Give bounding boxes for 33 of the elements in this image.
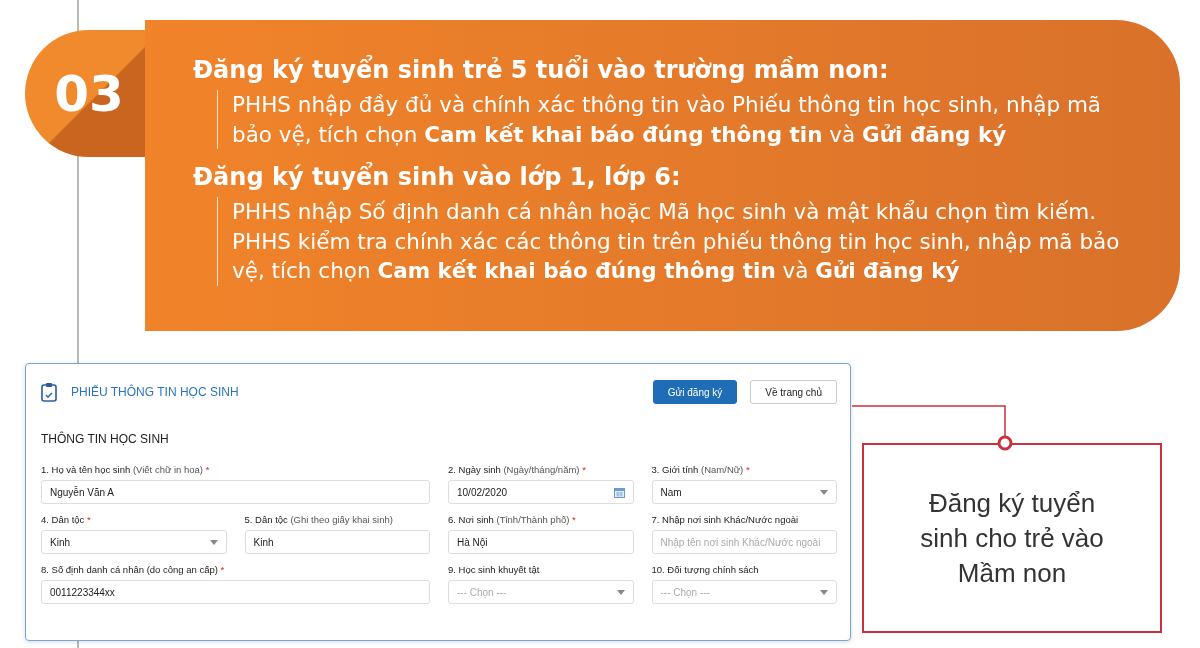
- input-field[interactable]: Kinh: [244, 530, 430, 554]
- caret-icon: [820, 489, 828, 495]
- section-title: THÔNG TIN HỌC SINH: [41, 432, 170, 446]
- calendar-icon: [613, 486, 625, 498]
- field-label: 3. Giới tính (Nam/Nữ) *: [651, 464, 751, 475]
- field-label: 1. Họ và tên học sinh (Viết chữ in hoa) *: [41, 464, 211, 475]
- date-field[interactable]: 10/02/2020: [448, 480, 634, 504]
- clipboard-icon: [41, 382, 57, 402]
- caret-icon: [616, 589, 625, 595]
- section-text: PHHS nhập Số định danh cá nhân hoặc Mã học sinh và mật khẩu chọn tìm kiếm. PHHS kiểm tra chính xác các thông tin trên phiếu thông tin học sinh, nhập mã bảo vệ, tích chọn Cam kết khai báo đúng thông tin và Gửi đăng ký: [217, 197, 1147, 286]
- callout-text: Đăng ký tuyển sinh cho trẻ vào Mầm non: [919, 486, 1105, 590]
- field-label: 2. Ngày sinh (Ngày/tháng/năm) *: [448, 464, 587, 475]
- home-button[interactable]: Về trang chủ: [750, 380, 837, 404]
- field-label: 10. Đối tượng chính sách: [651, 564, 760, 575]
- field-label: 5. Dân tộc (Ghi theo giấy khai sinh): [244, 514, 394, 525]
- input-field[interactable]: Nguyễn Văn A: [41, 480, 430, 504]
- field-label: 9. Học sinh khuyết tật: [448, 564, 541, 575]
- field-label: 4. Dân tộc *: [41, 514, 92, 525]
- caret-icon: [820, 589, 828, 595]
- section-heading: Đăng ký tuyển sinh vào lớp 1, lớp 6:: [193, 161, 682, 193]
- dropdown-field[interactable]: Nam: [651, 480, 837, 504]
- input-field[interactable]: Hà Nội: [448, 530, 634, 554]
- step-badge: 03: [25, 30, 145, 157]
- submit-button[interactable]: Gửi đăng ký: [652, 380, 738, 404]
- input-field[interactable]: 0011223344xx: [41, 580, 430, 604]
- field-label: 6. Nơi sinh (Tỉnh/Thành phố) *: [448, 514, 577, 525]
- field-label: 8. Số định danh cá nhân (do công an cấp) *: [41, 564, 226, 575]
- section-text: PHHS nhập đầy đủ và chính xác thông tin vào Phiếu thông tin học sinh, nhập mã bảo vệ, tích chọn Cam kết khai báo đúng thông tin và Gửi đăng ký: [217, 90, 1147, 149]
- field-label: 7. Nhập nơi sinh Khác/Nước ngoài: [651, 514, 800, 525]
- section-heading: Đăng ký tuyển sinh trẻ 5 tuổi vào trường mầm non:: [193, 54, 890, 86]
- dropdown-field[interactable]: Kinh: [41, 530, 227, 554]
- form-title: PHIẾU THÔNG TIN HỌC SINH: [71, 385, 240, 399]
- caret-icon: [209, 539, 218, 545]
